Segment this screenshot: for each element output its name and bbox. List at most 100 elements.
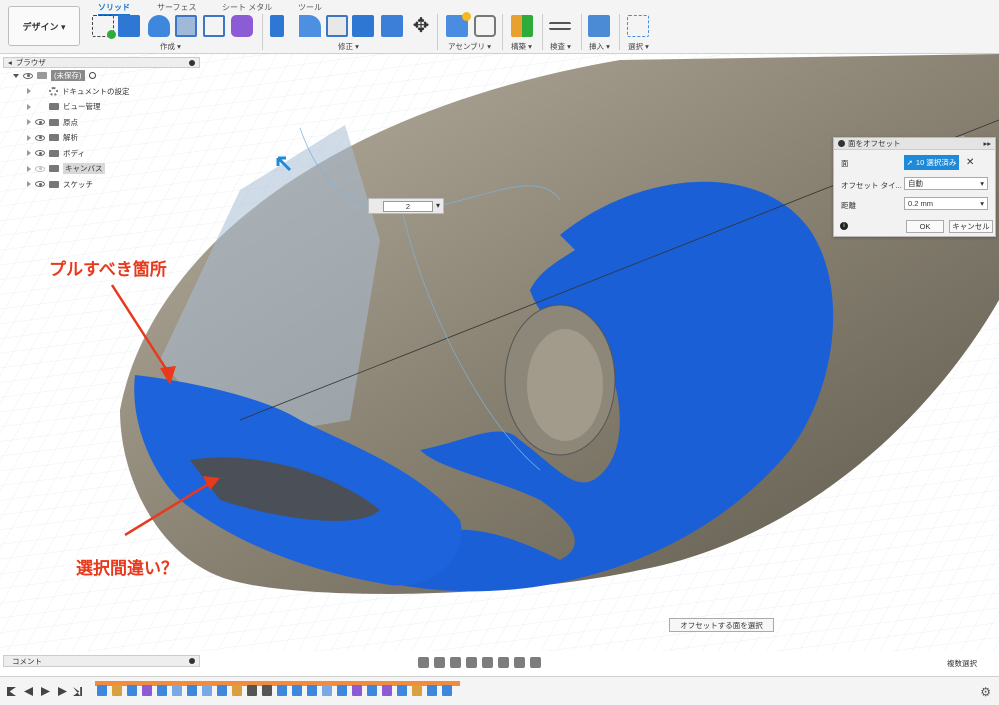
browser-header[interactable]: ◂ ブラウザ [3,57,200,68]
timeline-feature[interactable] [172,685,182,696]
tree-item-canvases[interactable]: キャンバス [3,161,200,177]
timeline-feature[interactable] [157,685,167,696]
comment-panel[interactable]: コメント [3,655,200,667]
timeline-feature[interactable] [442,685,452,696]
expand-icon[interactable]: ▸▸ [983,139,991,148]
timeline-feature[interactable] [412,685,422,696]
tree-item-sketches[interactable]: スケッチ [3,177,200,193]
timeline-feature[interactable] [142,685,152,696]
visibility-icon[interactable] [35,181,45,188]
ok-button[interactable]: OK [906,220,944,233]
visibility-icon[interactable] [23,72,33,79]
timeline-feature[interactable] [247,685,257,696]
clear-selection-icon[interactable]: ✕ [966,157,974,168]
orbit-icon[interactable] [418,657,429,668]
timeline-feature[interactable] [307,685,317,696]
measure-icon[interactable] [549,22,571,30]
timeline-feature[interactable] [217,685,227,696]
chevron-down-icon[interactable]: ▾ [436,201,440,210]
timeline-feature[interactable] [202,685,212,696]
zoom-icon[interactable] [466,657,477,668]
create-menu[interactable]: 作成 ▾ [160,41,181,52]
timeline-feature[interactable] [367,685,377,696]
form-icon[interactable] [231,15,253,37]
collapse-icon[interactable]: ◂ [8,58,12,67]
step-forward-icon[interactable] [58,687,67,696]
scale-icon[interactable] [381,15,403,37]
assemble-menu[interactable]: アセンブリ ▾ [448,41,491,52]
create-sketch-icon[interactable] [92,15,116,39]
tree-item-named-views[interactable]: ビュー管理 [3,99,200,115]
info-icon[interactable]: i [840,222,848,230]
timeline-feature[interactable] [292,685,302,696]
timeline-feature[interactable] [112,685,122,696]
tree-item-doc-settings[interactable]: ドキュメントの設定 [3,84,200,100]
pin-icon[interactable] [189,59,195,66]
tree-root[interactable]: (未保存) [3,68,200,84]
timeline-feature[interactable] [127,685,137,696]
gear-icon[interactable]: ⚙ [980,685,991,699]
display-settings-icon[interactable] [498,657,509,668]
play-icon[interactable] [41,687,50,696]
revolve-icon[interactable] [148,15,170,37]
timeline-feature[interactable] [277,685,287,696]
timeline-feature[interactable] [232,685,242,696]
construct-plane-icon[interactable] [511,15,533,37]
timeline-feature[interactable] [262,685,272,696]
timeline-feature[interactable] [337,685,347,696]
viewports-icon[interactable] [530,657,541,668]
timeline-feature[interactable] [427,685,437,696]
tab-sheet-metal[interactable]: シート メタル [222,2,272,13]
go-to-end-icon[interactable] [73,687,82,696]
move-icon[interactable]: ✥ [410,15,432,37]
tab-surface[interactable]: サーフェス [157,2,197,13]
visibility-icon[interactable] [35,165,45,172]
timeline-feature[interactable] [322,685,332,696]
distance-manipulator-input[interactable]: 2 [383,201,433,212]
tab-tools[interactable]: ツール [298,2,322,13]
new-component-icon[interactable] [446,12,471,37]
step-back-icon[interactable] [24,687,33,696]
visibility-icon[interactable] [35,150,45,157]
insert-menu[interactable]: 挿入 ▾ [589,41,610,52]
select-icon[interactable] [627,15,649,37]
select-menu[interactable]: 選択 ▾ [628,41,649,52]
grid-settings-icon[interactable] [514,657,525,668]
offset-type-select[interactable]: 自動 [904,177,988,190]
dialog-header[interactable]: 面をオフセット ▸▸ [834,138,995,150]
design-workspace-button[interactable]: デザイン ▾ [8,6,80,46]
hole-icon[interactable] [175,15,197,37]
tree-item-origin[interactable]: 原点 [3,115,200,131]
distance-field[interactable]: 0.2 mm [904,197,988,210]
fillet-icon[interactable] [299,15,321,37]
timeline-feature[interactable] [352,685,362,696]
collapse-icon[interactable] [838,140,845,147]
distance-manipulator[interactable]: 2 ▾ [368,198,444,214]
add-comment-icon[interactable] [189,658,195,664]
pattern-icon[interactable] [203,15,225,37]
timeline-feature[interactable] [382,685,392,696]
insert-image-icon[interactable] [588,15,610,37]
modify-menu[interactable]: 修正 ▾ [338,41,359,52]
inspect-menu[interactable]: 検査 ▾ [550,41,571,52]
zoom-window-icon[interactable] [482,657,493,668]
go-to-start-icon[interactable] [7,687,16,696]
visibility-icon[interactable] [35,119,45,126]
construct-menu[interactable]: 構築 ▾ [511,41,532,52]
tab-solid[interactable]: ソリッド [98,2,130,16]
joint-icon[interactable] [474,15,496,37]
pan-icon[interactable] [450,657,461,668]
look-at-icon[interactable] [434,657,445,668]
radio-icon[interactable] [88,72,96,80]
timeline-feature[interactable] [97,685,107,696]
timeline-feature[interactable] [187,685,197,696]
cancel-button[interactable]: キャンセル [949,220,993,233]
chamfer-icon[interactable] [326,15,348,37]
extrude-icon[interactable] [118,15,140,37]
visibility-icon[interactable] [35,134,45,141]
shell-icon[interactable] [352,15,374,37]
face-selection-button[interactable]: ➚ 10 選択済み [904,155,959,170]
timeline-feature[interactable] [397,685,407,696]
tree-item-bodies[interactable]: ボディ [3,146,200,162]
press-pull-icon[interactable] [270,15,284,37]
